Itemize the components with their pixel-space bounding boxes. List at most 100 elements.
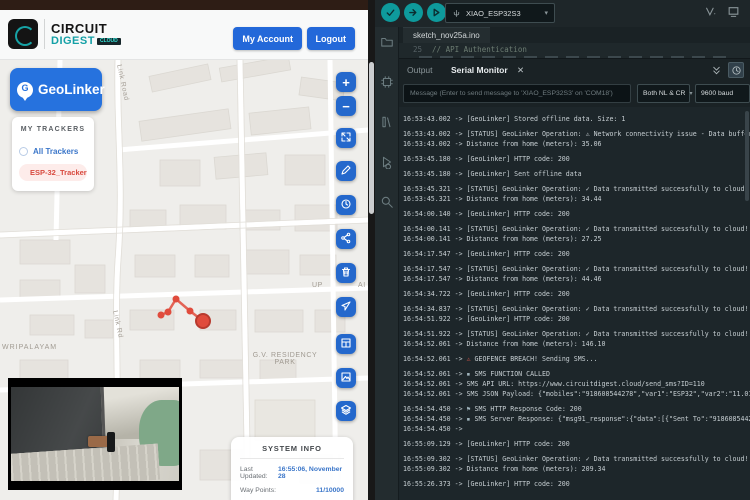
layers-button[interactable] (336, 401, 356, 421)
search-icon[interactable] (380, 195, 394, 209)
serial-log-line: 16:54:52.061 -> SMS JSON Payload: {"mobi… (403, 390, 750, 398)
close-icon[interactable]: ✕ (517, 65, 524, 76)
debug-button[interactable] (427, 3, 446, 22)
phone-icon: ▪ (466, 415, 471, 423)
fullscreen-button[interactable] (336, 128, 356, 148)
my-account-button[interactable]: My Account (233, 27, 302, 50)
sketchbook-folder-icon[interactable] (380, 35, 394, 49)
webcam-video (11, 387, 179, 481)
layers-icon (340, 404, 352, 419)
upload-button[interactable] (404, 3, 423, 22)
board-name: XIAO_ESP32S3 (466, 8, 521, 18)
delete-button[interactable] (336, 263, 356, 283)
code-line: 25 // API Authentication (399, 43, 750, 54)
serial-log-line: 16:54:17.547 -> Distance from home (mete… (403, 275, 602, 283)
export-button[interactable] (336, 368, 356, 388)
phone-icon: ▪ (466, 370, 471, 378)
navigation-icon (340, 300, 352, 315)
pencil-icon (340, 164, 352, 179)
usb-plug-icon (453, 9, 460, 17)
plus-icon: + (342, 74, 350, 90)
system-info-panel: SYSTEM INFO Last Updated: 16:55:06, Nove… (231, 437, 353, 500)
last-updated-row: Last Updated: 16:55:06, November 28 (240, 466, 343, 480)
brand-cloud-badge: CLOUD (96, 37, 121, 45)
serial-log-line: 16:54:52.061 -> SMS API URL: https://www… (403, 380, 705, 388)
serial-message-input[interactable] (403, 84, 631, 103)
serial-log-line: 16:55:26.373 -> [GeoLinker] HTTP code: 2… (403, 480, 570, 488)
locate-button[interactable] (336, 297, 356, 317)
chevron-down-icon: ▾ (689, 91, 693, 97)
line-ending-dropdown[interactable]: Both NL & CR ▾ (637, 84, 693, 103)
chevron-down-icon: ▾ (544, 10, 548, 17)
serial-log-line: 16:54:17.547 -> [STATUS] GeoLinker Opera… (403, 265, 749, 273)
logout-button[interactable]: Logout (306, 27, 355, 50)
geolinker-pin-icon: G (17, 81, 33, 101)
tracker-item-esp32[interactable]: ESP-32_Tracker (19, 164, 87, 181)
radio-icon (19, 147, 28, 156)
serial-log-line: 16:54:34.722 -> [GeoLinker] HTTP code: 2… (403, 290, 570, 298)
boards-manager-icon[interactable] (380, 75, 394, 89)
serial-log-line: 16:54:00.141 -> [STATUS] GeoLinker Opera… (403, 225, 749, 233)
serial-log-line: 16:53:43.002 -> Distance from home (mete… (403, 140, 602, 148)
ide-toolbar: XIAO_ESP32S3 ▾ (375, 0, 750, 27)
zoom-out-button[interactable]: − (336, 96, 356, 116)
baud-rate-dropdown[interactable]: 9600 baud (695, 84, 750, 103)
serial-log-line: 16:55:09.302 -> Distance from home (mete… (403, 465, 606, 473)
browser-scrollbar[interactable] (368, 0, 375, 500)
debug-icon[interactable] (380, 155, 394, 170)
serial-log-line: 16:53:45.180 -> [GeoLinker] HTTP code: 2… (403, 155, 570, 163)
geolinker-badge: G GeoLinker (10, 68, 105, 111)
serial-log-line: 16:54:54.450 -> (403, 425, 467, 433)
timestamp-toggle[interactable] (728, 62, 744, 78)
line-number: 25 (413, 45, 423, 54)
editor-tabbar: sketch_nov25a.ino (399, 27, 750, 43)
serial-log-line: 16:54:54.450 -> ▪ SMS Server Response: {… (403, 415, 750, 423)
autoscroll-toggle[interactable] (708, 62, 724, 78)
code-editor[interactable]: 25 // API Authentication (399, 43, 750, 58)
brand-name-2: DIGEST (51, 34, 95, 47)
tab-output[interactable]: Output (407, 65, 433, 75)
image-icon (340, 371, 352, 386)
siren-icon: ⚠ (466, 355, 471, 363)
ide-main: sketch_nov25a.ino 25 // API Authenticati… (399, 27, 750, 500)
trackers-panel: MY TRACKERS All Trackers ESP-32_Tracker (12, 117, 94, 191)
serial-log-line: 16:55:09.302 -> [STATUS] GeoLinker Opera… (403, 455, 749, 463)
board-selector-dropdown[interactable]: XIAO_ESP32S3 ▾ (445, 3, 555, 23)
geolinker-title: GeoLinker (38, 82, 105, 97)
table-button[interactable] (336, 334, 356, 354)
library-manager-icon[interactable] (380, 115, 394, 129)
minus-icon: − (342, 98, 350, 114)
clock-icon (340, 198, 352, 213)
serial-log-line: 16:53:45.321 -> [STATUS] GeoLinker Opera… (403, 185, 749, 193)
tab-serial-monitor[interactable]: Serial Monitor (451, 65, 508, 75)
serial-log-line: 16:54:52.061 -> ⚠ GEOFENCE BREACH! Sendi… (403, 355, 598, 363)
brand-name: CIRCUIT (51, 20, 108, 36)
share-button[interactable] (336, 229, 356, 249)
serial-monitor-icon[interactable] (727, 5, 740, 23)
serial-log-line: 16:53:45.180 -> [GeoLinker] Sent offline… (403, 170, 582, 178)
tracker-item-all[interactable]: All Trackers (19, 147, 87, 156)
serial-log-line: 16:54:00.140 -> [GeoLinker] HTTP code: 2… (403, 210, 570, 218)
site-header: CIRCUIT DIGEST CLOUD My Account Logout (0, 10, 368, 60)
trash-icon (340, 266, 352, 281)
serial-monitor-log[interactable]: 16:53:43.002 -> [GeoLinker] Stored offli… (399, 107, 750, 500)
draw-button[interactable] (336, 161, 356, 181)
trackers-panel-title: MY TRACKERS (20, 126, 86, 133)
history-button[interactable] (336, 195, 356, 215)
zoom-in-button[interactable]: + (336, 72, 356, 92)
serial-log-line: 16:54:34.837 -> [STATUS] GeoLinker Opera… (403, 305, 749, 313)
serial-log-line: 16:54:17.547 -> [GeoLinker] HTTP code: 2… (403, 250, 570, 258)
browser-chrome-strip (0, 0, 375, 10)
webcam-inset (8, 378, 182, 490)
scrollbar-thumb[interactable] (369, 62, 374, 214)
serial-log-line: 16:54:54.450 -> ⚑ SMS HTTP Response Code… (403, 405, 582, 413)
serial-log-line: 16:55:09.129 -> [GeoLinker] HTTP code: 2… (403, 440, 570, 448)
serial-log-line: 16:54:51.922 -> [GeoLinker] HTTP code: 2… (403, 315, 570, 323)
sketch-tab[interactable]: sketch_nov25a.ino (403, 27, 490, 43)
map-canvas[interactable]: Link Road Link Rd WRIPALAYAM G.V. RESIDE… (0, 60, 368, 500)
verify-button[interactable] (381, 3, 400, 22)
serial-scrollbar-thumb[interactable] (745, 111, 749, 201)
serial-plotter-icon[interactable] (705, 5, 718, 23)
serial-log-line: 16:54:51.922 -> [STATUS] GeoLinker Opera… (403, 330, 749, 338)
serial-log-line: 16:54:52.061 -> Distance from home (mete… (403, 340, 606, 348)
